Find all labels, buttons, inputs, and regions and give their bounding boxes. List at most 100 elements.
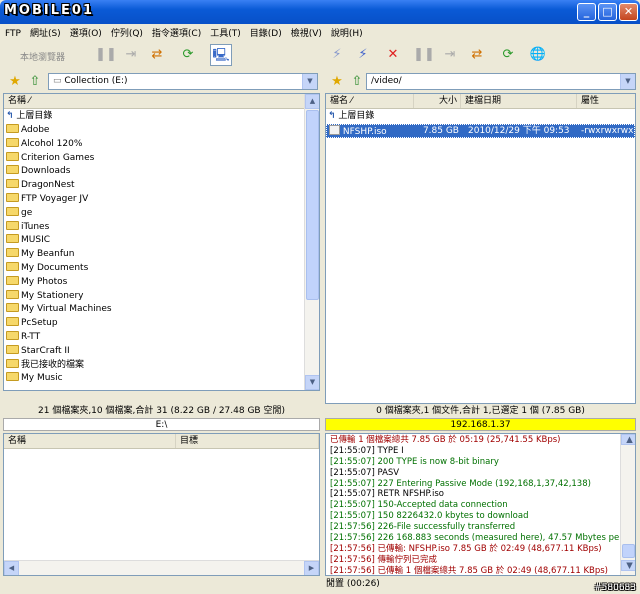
menu-ftp[interactable]: FTP	[0, 27, 25, 39]
queue-horizontal-scrollbar[interactable]: ◀ ▶	[4, 560, 319, 575]
refresh-icon[interactable]: ⟳	[497, 44, 519, 66]
menu-commands[interactable]: 指令選項(C)	[147, 24, 205, 39]
log-line: [21:55:07] 150 8226432.0 kbytes to downl…	[330, 511, 529, 522]
local-vertical-scrollbar[interactable]: ▲ ▼	[304, 94, 319, 390]
menu-bar: FTP 網址(S) 選項(O) 佇列(Q) 指令選項(C) 工具(T) 目錄(D) 檢視(V)…	[0, 24, 640, 41]
scroll-left-arrow-icon[interactable]: ◀	[4, 561, 19, 575]
scroll-down-arrow-icon[interactable]: ▼	[305, 375, 319, 390]
scroll-down-arrow-icon[interactable]: ▼	[621, 560, 635, 571]
column-name-header[interactable]: 名稱 ⁄	[4, 94, 306, 108]
folder-row[interactable]: Downloads	[6, 165, 70, 179]
up-arrow-icon: ↰	[6, 111, 14, 121]
cancel-icon[interactable]: ✕	[382, 44, 404, 66]
menu-queue[interactable]: 佇列(Q)	[106, 24, 147, 39]
folder-row[interactable]: ge	[6, 206, 32, 221]
scroll-up-arrow-icon[interactable]: ▲	[621, 434, 635, 445]
skip-icon[interactable]: ⇥	[439, 44, 461, 66]
computer-icon[interactable]: 🖳	[210, 44, 232, 66]
folder-row[interactable]: Criterion Games	[6, 151, 94, 166]
scroll-right-arrow-icon[interactable]: ▶	[304, 561, 319, 575]
title-bar: MOBILE01 _ □ ✕	[0, 0, 640, 24]
folder-row[interactable]: My Stationery	[6, 289, 84, 304]
folder-name: My Documents	[21, 263, 89, 273]
folder-row[interactable]: My Beanfun	[6, 248, 74, 262]
pause-icon[interactable]: ❚❚	[95, 44, 117, 66]
chevron-down-icon[interactable]: ▼	[620, 74, 635, 89]
folder-row[interactable]: FTP Voyager JV	[6, 193, 88, 207]
folder-icon	[6, 206, 19, 216]
menu-options[interactable]: 選項(O)	[65, 24, 106, 39]
disconnect-icon[interactable]: ⚡	[352, 44, 374, 66]
folder-icon	[6, 275, 19, 285]
menu-sites[interactable]: 網址(S)	[25, 24, 65, 39]
file-size: 7.85 GB	[422, 126, 459, 136]
column-name-label: 檔名	[330, 96, 349, 106]
folder-row[interactable]: DragonNest	[6, 179, 75, 193]
column-attr-header[interactable]: 屬性	[577, 94, 635, 108]
folder-row[interactable]: Adobe	[6, 124, 49, 138]
skip-icon[interactable]: ⇥	[120, 44, 142, 66]
menu-directory[interactable]: 目錄(D)	[245, 24, 286, 39]
folder-icon	[6, 234, 19, 244]
log-line: [21:55:07] 150-Accepted data connection	[330, 500, 508, 511]
folder-name: Downloads	[21, 166, 71, 177]
folder-row[interactable]: My Music	[6, 372, 63, 386]
folder-icon	[6, 124, 19, 133]
idle-status: 閒置 (00:26)	[326, 579, 380, 589]
favorites-star-icon[interactable]: ★	[326, 71, 348, 93]
folder-name: My Photos	[21, 276, 68, 287]
folder-row[interactable]: 我已接收的檔案	[6, 358, 84, 373]
folder-row[interactable]: My Photos	[6, 275, 68, 290]
transfer-icon[interactable]: ⇄	[146, 44, 168, 66]
refresh-icon[interactable]: ⟳	[177, 44, 199, 66]
remote-list-header: 檔名 ⁄ 大小 建檔日期 屬性	[326, 94, 635, 109]
folder-icon	[6, 179, 19, 189]
chevron-down-icon[interactable]: ▼	[302, 74, 317, 89]
folder-row[interactable]: StarCraft II	[6, 344, 70, 359]
maximize-button[interactable]: □	[598, 3, 617, 21]
file-date: 2010/12/29 下午 09:53	[468, 126, 570, 136]
connect-icon[interactable]: ⚡	[326, 44, 348, 66]
folder-row[interactable]: R-TT	[6, 331, 40, 345]
menu-view[interactable]: 檢視(V)	[286, 24, 326, 39]
menu-help[interactable]: 說明(H)	[326, 24, 367, 39]
scroll-up-arrow-icon[interactable]: ▲	[305, 94, 319, 109]
log-vertical-scrollbar[interactable]: ▲ ▼	[620, 434, 635, 575]
minimize-button[interactable]: _	[577, 3, 596, 21]
column-name-header[interactable]: 檔名 ⁄	[326, 94, 414, 108]
pause-icon[interactable]: ❚❚	[413, 44, 435, 66]
folder-row[interactable]: Alcohol 120%	[6, 137, 82, 152]
folder-row[interactable]: MUSIC	[6, 234, 50, 248]
folder-row[interactable]: My Documents	[6, 262, 88, 276]
transfer-icon[interactable]: ⇄	[466, 44, 488, 66]
column-date-header[interactable]: 建檔日期	[461, 94, 577, 108]
remote-path-select[interactable]: /video/ ▼	[366, 73, 636, 90]
file-row-selected[interactable]: NFSHP.iso 7.85 GB 2010/12/29 下午 09:53 -r…	[326, 124, 635, 138]
remote-toolbar: ⚡ ⚡ ✕ ❚❚ ⇥ ⇄ ⟳ 🌐	[322, 41, 640, 71]
globe-icon[interactable]: 🌐	[527, 44, 549, 66]
parent-directory-row[interactable]: ↰ 上層目錄	[328, 110, 374, 124]
folder-row[interactable]: PcSetup	[6, 317, 58, 331]
remote-path-value: /video/	[371, 76, 402, 86]
up-folder-icon[interactable]: ⇧	[346, 71, 368, 93]
parent-directory-label: 上層目錄	[16, 111, 53, 121]
scroll-thumb[interactable]	[306, 110, 319, 300]
scroll-thumb[interactable]	[622, 544, 635, 558]
folder-icon	[6, 165, 19, 175]
file-name: NFSHP.iso	[342, 127, 387, 137]
iso-file-icon	[329, 125, 340, 135]
folder-row[interactable]: iTunes	[6, 220, 49, 235]
folder-icon	[6, 331, 19, 340]
folder-name: DragonNest	[21, 180, 75, 191]
queue-column-name[interactable]: 名稱	[4, 434, 176, 448]
transfer-log: 已傳輸 1 個檔案總共 7.85 GB 於 05:19 (25,741.55 K…	[325, 433, 636, 576]
parent-directory-row[interactable]: ↰ 上層目錄	[6, 110, 52, 124]
column-size-header[interactable]: 大小	[414, 94, 461, 108]
menu-tools[interactable]: 工具(T)	[205, 24, 245, 39]
folder-row[interactable]: My Virtual Machines	[6, 303, 112, 317]
queue-column-target[interactable]: 目標	[176, 434, 319, 448]
favorites-star-icon[interactable]: ★	[4, 71, 26, 93]
up-folder-icon[interactable]: ⇧	[24, 71, 46, 93]
local-path-select[interactable]: ▭ Collection (E:) ▼	[48, 73, 318, 90]
close-button[interactable]: ✕	[619, 3, 638, 21]
